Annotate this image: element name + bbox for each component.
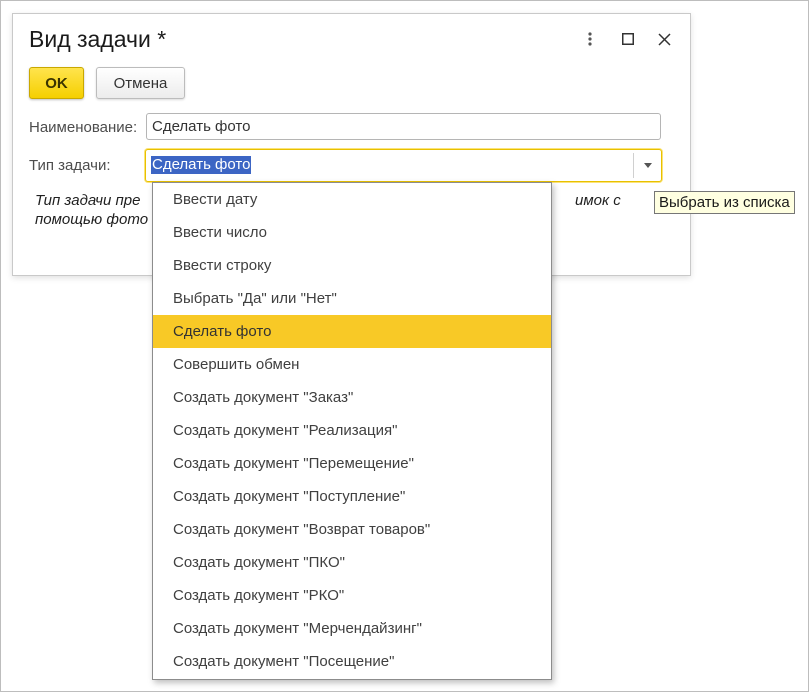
dropdown-item[interactable]: Создать документ "Перемещение" <box>153 447 551 480</box>
more-vertical-icon <box>588 32 592 46</box>
close-button[interactable] <box>653 28 675 50</box>
task-type-dropdown-list[interactable]: Ввести дату Ввести число Ввести строку Выбр… <box>152 182 552 680</box>
dropdown-item[interactable]: Ввести строку <box>153 249 551 282</box>
maximize-icon <box>622 33 634 45</box>
dropdown-item[interactable]: Создать документ "Заказ" <box>153 381 551 414</box>
maximize-button[interactable] <box>617 28 639 50</box>
name-input-value: Сделать фото <box>152 118 251 135</box>
dropdown-item[interactable]: Создать документ "Поступление" <box>153 480 551 513</box>
dropdown-item[interactable]: Создать документ "Реализация" <box>153 414 551 447</box>
dropdown-item[interactable]: Создать документ "ПКО" <box>153 546 551 579</box>
task-type-select[interactable]: Сделать фото <box>145 149 662 182</box>
dropdown-item[interactable]: Совершить обмен <box>153 348 551 381</box>
name-label: Наименование: <box>29 119 138 136</box>
select-divider <box>633 153 634 178</box>
description-line-end: имок с <box>575 192 621 209</box>
ok-button[interactable]: OK <box>29 67 84 99</box>
close-icon <box>657 32 671 46</box>
dropdown-item[interactable]: Создать документ "Посещение" <box>153 645 551 678</box>
dropdown-item[interactable]: Создать документ "РКО" <box>153 579 551 612</box>
dialog-title: Вид задачи * <box>29 26 167 52</box>
dropdown-toggle-button[interactable] <box>635 153 661 178</box>
dropdown-item[interactable]: Сделать фото <box>153 315 551 348</box>
dropdown-item[interactable]: Создать документ "Мерчендайзинг" <box>153 612 551 645</box>
dropdown-item[interactable]: Ввести дату <box>153 183 551 216</box>
task-type-value: Сделать фото <box>151 156 252 174</box>
chevron-down-icon <box>644 163 652 168</box>
cancel-button[interactable]: Отмена <box>96 67 185 99</box>
task-type-label: Тип задачи: <box>29 157 111 174</box>
dropdown-item[interactable]: Выбрать "Да" или "Нет" <box>153 282 551 315</box>
select-from-list-tooltip: Выбрать из списка <box>654 191 795 214</box>
more-actions-button[interactable] <box>579 28 601 50</box>
name-input[interactable]: Сделать фото <box>146 113 661 140</box>
description-line-start: Тип задачи пре <box>35 192 141 209</box>
dropdown-item[interactable]: Ввести число <box>153 216 551 249</box>
dropdown-item[interactable]: Создать документ "Возврат товаров" <box>153 513 551 546</box>
